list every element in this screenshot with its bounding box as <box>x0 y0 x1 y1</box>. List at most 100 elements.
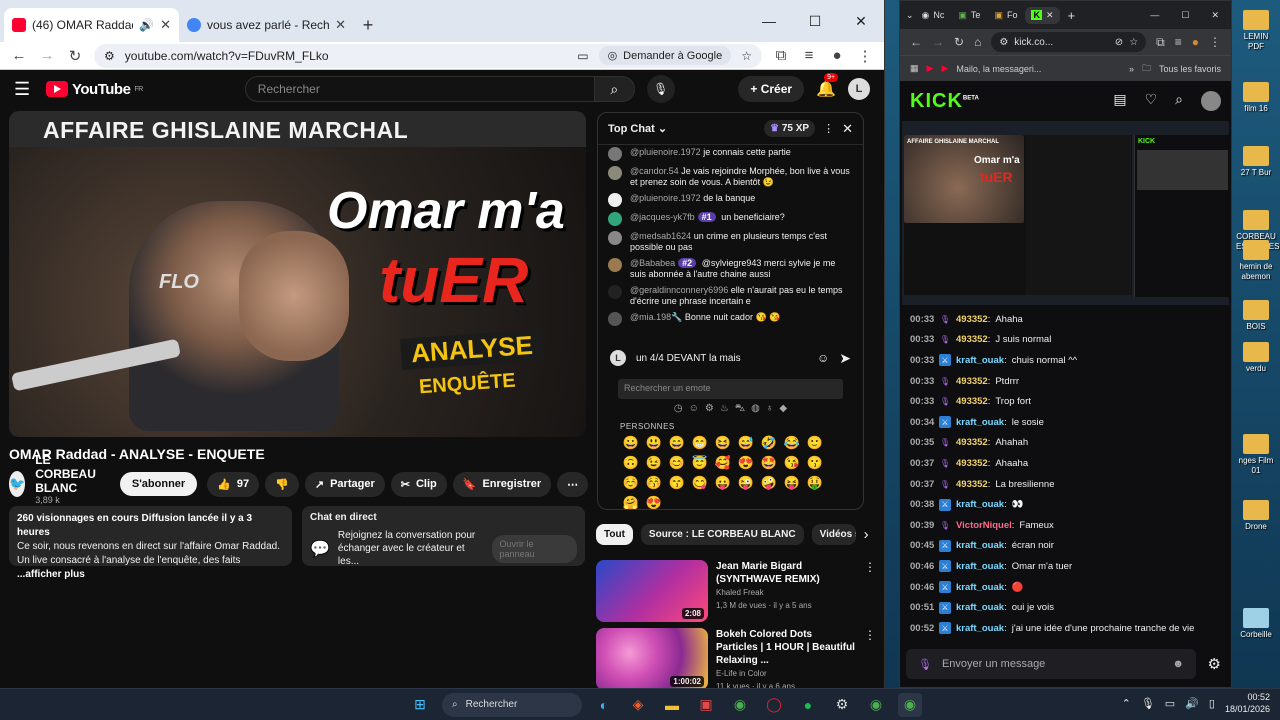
chip-similar[interactable]: Vidéos si <box>811 524 856 545</box>
chat-username[interactable]: kraft_ouak <box>956 582 1004 593</box>
emoji-button[interactable]: 😂 <box>781 433 803 452</box>
like-button[interactable]: 👍 97 <box>207 471 260 497</box>
hamburger-menu-icon[interactable]: ☰ <box>14 79 34 100</box>
emoji-button[interactable]: 🥰 <box>712 453 734 472</box>
eye-off-icon[interactable]: ⊘ <box>1115 37 1123 48</box>
kick-chat-message[interactable]: 00:33 ⚔ kraft_ouak: chuis normal ^^ <box>910 350 1221 371</box>
heart-icon[interactable]: ♡ <box>1145 91 1158 111</box>
chat-more-icon[interactable]: ⋮ <box>823 122 834 135</box>
chat-username[interactable]: 493352 <box>956 376 988 387</box>
emoji-picker-icon[interactable]: ☺ <box>817 351 829 365</box>
kick-chat-messages[interactable]: 00:33 🎙 493352: Ahaha 00:33 🎙 493352: J suis no… <box>900 305 1231 645</box>
cast-icon[interactable]: ▭ <box>577 49 588 63</box>
back-icon[interactable]: ← <box>10 47 28 64</box>
kick-chat-message[interactable]: 00:45 ⚔ kraft_ouak: écran noir <box>910 536 1221 557</box>
edge-icon[interactable]: ◐ <box>592 693 616 717</box>
ask-google-button[interactable]: ◎ Demander à Google <box>598 46 732 65</box>
bulb-icon[interactable]: ♁ <box>766 403 774 416</box>
chrome-icon[interactable]: ◉ <box>728 693 752 717</box>
tab-youtube[interactable]: (46) OMAR Raddad - ANALYS 🔊 ✕ <box>4 8 179 42</box>
chat-username[interactable]: 493352 <box>956 396 988 407</box>
desktop-icon[interactable]: BOIS <box>1236 300 1276 332</box>
related-more-icon[interactable]: ⋮ <box>864 560 876 622</box>
profile-icon[interactable]: ● <box>1192 35 1199 49</box>
emoji-icon[interactable]: ☻ <box>1172 658 1184 670</box>
chat-username[interactable]: kraft_ouak <box>956 561 1004 572</box>
kick-message-input[interactable]: 🎙 Envoyer un message ☻ <box>906 649 1196 679</box>
new-tab-button[interactable]: + <box>354 11 382 39</box>
chat-username[interactable]: VictorNiquel <box>956 520 1012 531</box>
youtube-bookmark-icon[interactable]: ▶ <box>941 63 948 74</box>
chat-author[interactable]: @Bababea <box>630 258 675 268</box>
url-text[interactable]: youtube.com/watch?v=FDuvRM_FLko <box>125 49 567 63</box>
kick-chat-message[interactable]: 00:52 ⚔ kraft_ouak: j'ai une idée d'une pro… <box>910 618 1221 639</box>
emoji-button[interactable]: 🙂 <box>804 433 826 452</box>
stream-preview[interactable]: AFFAIRE GHISLAINE MARCHAL Omar m'a tuER … <box>902 121 1229 305</box>
chat-username[interactable]: kraft_ouak <box>956 623 1004 634</box>
emoji-button[interactable]: 😘 <box>781 453 803 472</box>
clock-icon[interactable]: ◷ <box>674 403 683 416</box>
open-panel-button[interactable]: Ouvrir le panneau <box>491 534 577 563</box>
share-button[interactable]: ↗ Partager <box>304 471 385 497</box>
related-thumbnail[interactable]: 2:08 <box>596 560 708 622</box>
chat-message[interactable]: @mia.198🔧 Bonne nuit cador 😘 😘 <box>608 312 853 326</box>
emoji-button[interactable]: 😙 <box>666 473 688 492</box>
kick-chat-message[interactable]: 00:34 ⚔ kraft_ouak: le sosie <box>910 412 1221 433</box>
kick-chat-message[interactable]: 00:37 🎙 493352: Ahaaha <box>910 453 1221 474</box>
desktop-icon[interactable]: LEMIN PDF <box>1236 10 1276 52</box>
battery-icon[interactable]: ▯ <box>1209 697 1215 710</box>
emoji-button[interactable]: 🤗 <box>620 493 642 510</box>
emoji-button[interactable]: 😀 <box>620 433 642 452</box>
emoji-button[interactable]: 🤣 <box>758 433 780 452</box>
tab-1[interactable]: ◉ Nc <box>916 7 951 24</box>
minimize-icon[interactable]: — <box>1150 10 1159 21</box>
food-icon[interactable]: ♨ <box>720 403 729 416</box>
microphone-icon[interactable]: 🎙 <box>1141 697 1155 710</box>
emoji-button[interactable]: 😍 <box>735 453 757 472</box>
chrome-icon[interactable]: ◉ <box>864 693 888 717</box>
emoji-button[interactable]: 😚 <box>643 473 665 492</box>
bookmark-all[interactable]: Tous les favoris <box>1159 64 1221 74</box>
taskbar-search[interactable]: ⌕ Rechercher <box>442 692 582 717</box>
related-video[interactable]: 1:00:02 Bokeh Colored Dots Particles | 1… <box>596 628 876 693</box>
kick-chat-message[interactable]: 00:39 🎙 VictorNiquel: Fameux <box>910 515 1221 536</box>
emoji-button[interactable]: 🤑 <box>804 473 826 492</box>
volume-icon[interactable]: 🔊 <box>1185 697 1199 710</box>
chat-author[interactable]: @geraldinnconnery6996 <box>630 285 728 295</box>
chat-input[interactable]: un 4/4 DEVANT la mais <box>636 353 807 364</box>
description-box[interactable]: 260 visionnages en cours Diffusion lancé… <box>9 506 292 580</box>
channel-name[interactable]: LE CORBEAU BLANC <box>35 453 96 495</box>
tab-3[interactable]: ▣ Fo <box>988 7 1023 24</box>
kick-chat-message[interactable]: 00:37 🎙 493352: La bresilienne <box>910 474 1221 495</box>
video-player[interactable]: AFFAIRE GHISLAINE MARCHAL Omar m'a tuER … <box>9 111 586 437</box>
network-icon[interactable]: ▭ <box>1165 697 1175 710</box>
emoji-button[interactable]: 🤪 <box>758 473 780 492</box>
chat-author[interactable]: @pluienoire.1972 <box>630 147 701 157</box>
minimize-icon[interactable]: — <box>746 0 792 42</box>
new-tab-button[interactable]: + <box>1068 8 1076 23</box>
forward-icon[interactable]: → <box>38 47 56 64</box>
chat-username[interactable]: kraft_ouak <box>956 417 1004 428</box>
search-button[interactable]: ⌕ <box>594 76 635 102</box>
chip-all[interactable]: Tout <box>596 524 633 545</box>
kick-chat-message[interactable]: 00:38 ⚔ kraft_ouak: 👀 <box>910 494 1221 515</box>
desktop-icon[interactable]: hemin de abemon <box>1236 240 1276 282</box>
close-tab-icon[interactable]: ✕ <box>1046 10 1054 21</box>
chat-message[interactable]: @pluienoire.1972 je connais cette partie <box>608 147 853 161</box>
chat-author[interactable]: @candor.54 <box>630 166 679 176</box>
settings-gear-icon[interactable]: ⚙ <box>1208 655 1221 673</box>
emoji-button[interactable]: 😝 <box>781 473 803 492</box>
related-more-icon[interactable]: ⋮ <box>864 628 876 693</box>
clip-button[interactable]: ✂ Clip <box>390 471 447 497</box>
channel-avatar[interactable]: 🐦 <box>9 471 26 497</box>
reload-icon[interactable]: ↻ <box>954 35 964 49</box>
media-icon[interactable]: ≡ <box>1175 35 1182 49</box>
kick-chat-message[interactable]: 00:51 ⚔ kraft_ouak: oui je vois <box>910 597 1221 618</box>
kick-chat-message[interactable]: 00:46 ⚔ kraft_ouak: Omar m'a tuer <box>910 556 1221 577</box>
emoji-button[interactable]: 😇 <box>689 453 711 472</box>
related-title[interactable]: Bokeh Colored Dots Particles | 1 HOUR | … <box>716 628 856 667</box>
file-explorer-icon[interactable]: ▬ <box>660 693 684 717</box>
chat-username[interactable]: 493352 <box>956 458 988 469</box>
brave-icon[interactable]: ◈ <box>626 693 650 717</box>
youtube-logo[interactable]: YouTube FR <box>46 81 143 98</box>
